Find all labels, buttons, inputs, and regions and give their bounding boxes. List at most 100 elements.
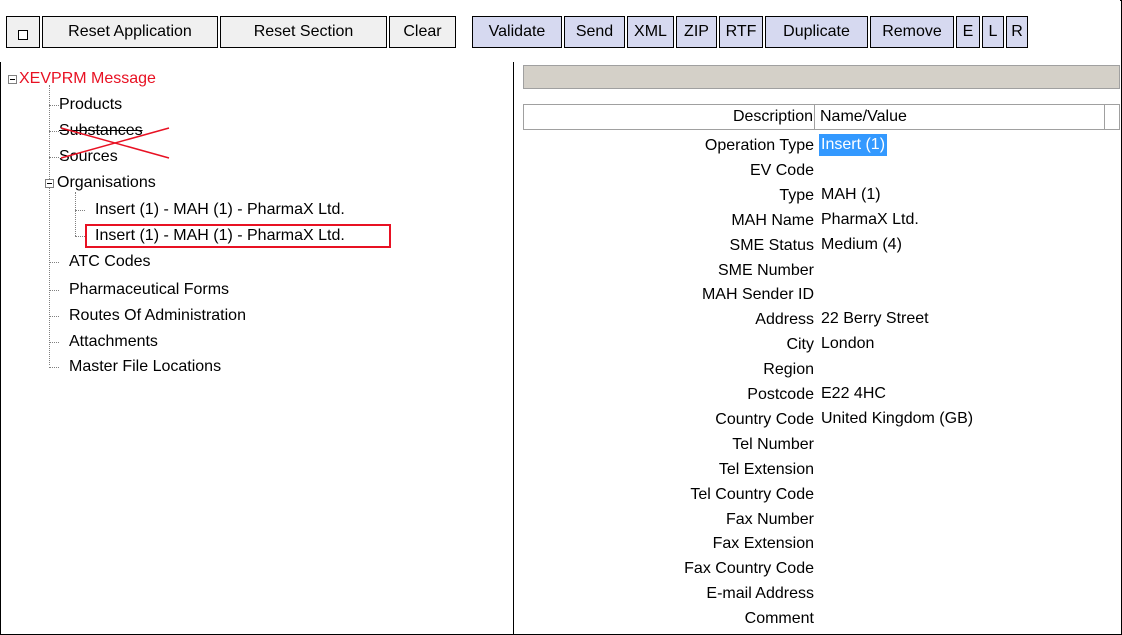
- property-value[interactable]: [819, 458, 823, 480]
- validate-button[interactable]: Validate: [472, 16, 562, 48]
- property-row[interactable]: MAH Sender ID: [523, 283, 1120, 307]
- property-value[interactable]: E22 4HC: [819, 383, 888, 405]
- collapse-icon[interactable]: [8, 75, 17, 84]
- property-row[interactable]: MAH Name PharmaX Ltd.: [523, 209, 1120, 233]
- tree-connector: [49, 157, 59, 158]
- strikethrough-x-mark: [61, 127, 170, 159]
- property-row[interactable]: City London: [523, 333, 1120, 357]
- property-label: MAH Sender ID: [701, 286, 814, 304]
- property-grid-header: Description Name/Value: [523, 104, 1120, 130]
- property-row[interactable]: SME Status Medium (4): [523, 234, 1120, 258]
- property-label: SME Status: [729, 236, 814, 254]
- property-row[interactable]: Tel Number: [523, 433, 1120, 457]
- property-row[interactable]: Address 22 Berry Street: [523, 308, 1120, 332]
- column-divider[interactable]: [1104, 105, 1105, 129]
- property-row[interactable]: Region: [523, 358, 1120, 382]
- tree-connector: [75, 236, 85, 237]
- property-row[interactable]: E-mail Address: [523, 582, 1120, 606]
- tree-item-atc-codes[interactable]: ATC Codes: [69, 251, 151, 273]
- tree-item-pharmaceutical-forms[interactable]: Pharmaceutical Forms: [69, 279, 229, 301]
- property-row[interactable]: SME Number: [523, 259, 1120, 283]
- property-row[interactable]: Fax Extension: [523, 532, 1120, 556]
- column-header-name-value[interactable]: Name/Value: [820, 105, 907, 129]
- remove-button[interactable]: Remove: [870, 16, 954, 48]
- property-row[interactable]: Country Code United Kingdom (GB): [523, 408, 1120, 432]
- property-value[interactable]: [819, 433, 823, 455]
- tree-connector: [75, 192, 76, 236]
- property-label: Type: [779, 186, 814, 204]
- property-label: Region: [763, 361, 814, 379]
- property-value[interactable]: Medium (4): [819, 234, 904, 256]
- tree-connector: [49, 105, 59, 106]
- column-header-description[interactable]: Description: [733, 105, 813, 129]
- property-label: Comment: [744, 610, 814, 628]
- tree-connector: [49, 262, 59, 263]
- property-label: Fax Number: [725, 510, 814, 528]
- property-row[interactable]: Tel Country Code: [523, 483, 1120, 507]
- tree-item-organisation-1[interactable]: Insert (1) - MAH (1) - PharmaX Ltd.: [95, 199, 345, 221]
- property-label: Address: [755, 311, 814, 329]
- property-value[interactable]: [819, 259, 823, 281]
- xml-button[interactable]: XML: [627, 16, 674, 48]
- square-icon: [18, 30, 28, 40]
- property-value[interactable]: [819, 283, 823, 305]
- property-row[interactable]: EV Code: [523, 159, 1120, 183]
- panel-toggle-button[interactable]: [6, 16, 40, 48]
- property-label: City: [786, 336, 814, 354]
- property-label: Country Code: [715, 410, 814, 428]
- tree-connector: [49, 290, 59, 291]
- property-value[interactable]: [819, 159, 823, 181]
- property-label: Tel Extension: [718, 460, 814, 478]
- tree-connector: [49, 367, 59, 368]
- column-divider[interactable]: [814, 105, 815, 129]
- reset-application-button[interactable]: Reset Application: [42, 16, 218, 48]
- property-row[interactable]: Fax Country Code: [523, 557, 1120, 581]
- property-value[interactable]: [819, 532, 823, 554]
- rtf-button[interactable]: RTF: [719, 16, 763, 48]
- clear-button[interactable]: Clear: [389, 16, 456, 48]
- property-panel: Description Name/Value Operation Type Ins…: [520, 62, 1120, 634]
- tree-item-products[interactable]: Products: [59, 94, 122, 116]
- tree-item-master-file-locations[interactable]: Master File Locations: [69, 356, 221, 378]
- property-value[interactable]: 22 Berry Street: [819, 308, 931, 330]
- property-value[interactable]: [819, 607, 823, 629]
- property-value[interactable]: London: [819, 333, 876, 355]
- property-value[interactable]: United Kingdom (GB): [819, 408, 975, 430]
- zip-button[interactable]: ZIP: [676, 16, 717, 48]
- tree-item-attachments[interactable]: Attachments: [69, 331, 158, 353]
- e-button[interactable]: E: [956, 16, 980, 48]
- l-button[interactable]: L: [982, 16, 1004, 48]
- property-value[interactable]: [819, 508, 823, 530]
- property-value[interactable]: [819, 557, 823, 579]
- send-button[interactable]: Send: [564, 16, 625, 48]
- property-row[interactable]: Tel Extension: [523, 458, 1120, 482]
- reset-section-button[interactable]: Reset Section: [220, 16, 387, 48]
- tree-panel: XEVPRM Message Products Substances Sourc…: [5, 62, 514, 634]
- property-row[interactable]: Postcode E22 4HC: [523, 383, 1120, 407]
- property-value[interactable]: [819, 582, 823, 604]
- property-label: SME Number: [717, 261, 814, 279]
- tree-item-routes-of-administration[interactable]: Routes Of Administration: [69, 305, 246, 327]
- property-row[interactable]: Comment: [523, 607, 1120, 631]
- collapse-icon[interactable]: [45, 179, 54, 188]
- property-row[interactable]: Operation Type Insert (1): [523, 134, 1120, 158]
- property-label: Fax Country Code: [684, 560, 814, 578]
- property-value[interactable]: PharmaX Ltd.: [819, 209, 921, 231]
- duplicate-button[interactable]: Duplicate: [765, 16, 868, 48]
- section-title-bar: [523, 65, 1120, 89]
- tree-connector: [49, 131, 59, 132]
- r-button[interactable]: R: [1006, 16, 1028, 48]
- property-value[interactable]: [819, 358, 823, 380]
- property-value[interactable]: [819, 483, 823, 505]
- property-label: Postcode: [747, 386, 814, 403]
- tree-connector: [49, 316, 59, 317]
- tree-root-xevprm-message[interactable]: XEVPRM Message: [19, 68, 156, 90]
- property-label: EV Code: [749, 161, 814, 179]
- tree-item-organisations[interactable]: Organisations: [57, 172, 156, 194]
- property-value[interactable]: MAH (1): [819, 184, 883, 206]
- property-row[interactable]: Fax Number: [523, 508, 1120, 532]
- tree-item-organisation-2-selected[interactable]: Insert (1) - MAH (1) - PharmaX Ltd.: [85, 224, 391, 248]
- property-label: E-mail Address: [706, 585, 814, 603]
- property-value[interactable]: Insert (1): [819, 134, 888, 156]
- property-row[interactable]: Type MAH (1): [523, 184, 1120, 208]
